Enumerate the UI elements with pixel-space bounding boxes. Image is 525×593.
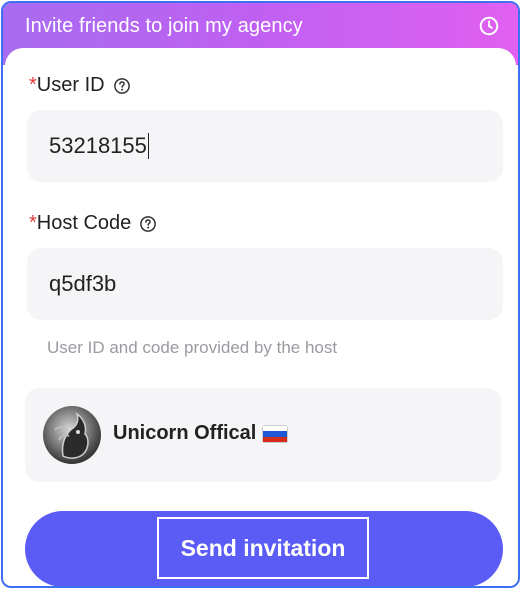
- host-code-value: q5df3b: [49, 271, 117, 296]
- required-mark: *: [29, 74, 37, 96]
- host-code-hint: User ID and code provided by the host: [47, 338, 338, 357]
- dialog-title: Invite friends to join my agency: [25, 15, 303, 37]
- invite-dialog: Invite friends to join my agency * User …: [1, 1, 520, 588]
- unicorn-avatar: [43, 406, 101, 464]
- host-code-label-text: Host Code: [36, 212, 132, 234]
- host-card[interactable]: Unicorn Offical: [25, 388, 501, 482]
- user-id-value: 53218155: [49, 133, 147, 158]
- clock-icon[interactable]: [478, 15, 500, 37]
- user-id-input[interactable]: 53218155: [27, 110, 503, 182]
- host-name: Unicorn Offical: [113, 422, 289, 445]
- question-circle-icon[interactable]: [113, 77, 131, 95]
- user-id-label-text: User ID: [36, 74, 105, 96]
- form-card: * User ID 53218155 * Host Code q5df3b: [5, 48, 516, 586]
- send-invitation-label: Send invitation: [157, 517, 369, 579]
- user-id-label: * User ID: [29, 74, 131, 97]
- russia-flag-icon: [262, 424, 289, 443]
- host-code-label: * Host Code: [29, 212, 157, 235]
- host-name-text: Unicorn Offical: [113, 422, 257, 444]
- text-caret: [147, 133, 150, 159]
- host-code-input[interactable]: q5df3b: [27, 248, 503, 320]
- question-circle-icon[interactable]: [139, 215, 157, 233]
- send-invitation-button[interactable]: Send invitation: [25, 511, 503, 586]
- required-mark: *: [29, 212, 37, 234]
